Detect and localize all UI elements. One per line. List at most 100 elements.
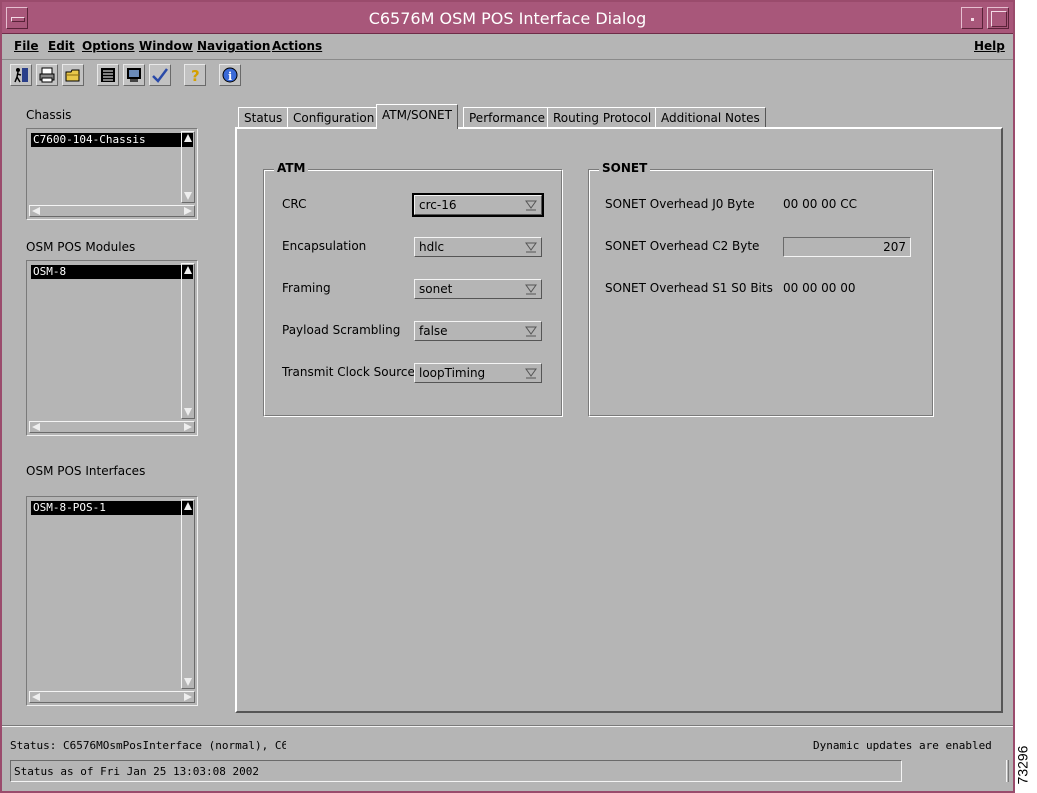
list-item[interactable]: OSM-8-POS-1 xyxy=(31,501,193,515)
sonet-group: SONET SONET Overhead J0 Byte 00 00 00 CC… xyxy=(588,161,934,417)
tab-performance[interactable]: Performance xyxy=(463,107,552,128)
tab-status[interactable]: Status xyxy=(238,107,289,128)
scroll-up-icon[interactable] xyxy=(184,134,192,142)
s1-s0-bits-value: 00 00 00 00 xyxy=(783,281,856,295)
tab-configuration[interactable]: Configuration xyxy=(287,107,381,128)
tab-panel: ATM CRC crc-16 Encapsulation hdlc Framin… xyxy=(235,127,1003,713)
encapsulation-select[interactable]: hdlc xyxy=(414,237,542,257)
framing-label: Framing xyxy=(282,281,331,295)
menu-edit[interactable]: Edit xyxy=(48,39,75,53)
info-button[interactable]: i xyxy=(219,64,241,86)
j0-byte-value: 00 00 00 CC xyxy=(783,197,858,211)
status-timestamp-box: Status as of Fri Jan 25 13:03:08 2002 xyxy=(10,760,902,782)
payload-scrambling-value: false xyxy=(419,324,448,338)
framing-value: sonet xyxy=(419,282,453,296)
scroll-right-icon[interactable] xyxy=(184,207,192,215)
list-item[interactable]: OSM-8 xyxy=(31,265,193,279)
help-icon: ? xyxy=(191,67,200,83)
j0-byte-label: SONET Overhead J0 Byte xyxy=(605,197,755,211)
menu-window[interactable]: Window xyxy=(139,39,193,53)
horizontal-scrollbar[interactable] xyxy=(29,205,195,217)
minimize-button[interactable] xyxy=(961,7,983,29)
payload-scrambling-label: Payload Scrambling xyxy=(282,323,401,337)
scroll-down-icon[interactable] xyxy=(184,678,192,686)
print-button[interactable] xyxy=(36,64,58,86)
s1-s0-bits-label: SONET Overhead S1 S0 Bits xyxy=(605,281,773,295)
crc-select[interactable]: crc-16 xyxy=(412,193,544,217)
exit-button[interactable] xyxy=(10,64,32,86)
dropdown-icon xyxy=(525,200,537,211)
list-button[interactable] xyxy=(97,64,119,86)
resize-grip[interactable] xyxy=(1006,760,1009,782)
figure-number: 73296 xyxy=(1014,740,1037,790)
folder-icon xyxy=(65,69,80,82)
menu-bar: File Edit Options Window Navigation Acti… xyxy=(2,35,1013,60)
dialog-window: C6576M OSM POS Interface Dialog File Edi… xyxy=(0,0,1015,793)
open-button[interactable] xyxy=(62,64,84,86)
exit-icon xyxy=(14,68,28,83)
atm-group: ATM CRC crc-16 Encapsulation hdlc Framin… xyxy=(263,161,563,417)
c2-byte-field[interactable]: 207 xyxy=(783,237,911,257)
transmit-clock-source-select[interactable]: loopTiming xyxy=(414,363,542,383)
crc-label: CRC xyxy=(282,197,307,211)
encapsulation-value: hdlc xyxy=(419,240,445,254)
menu-navigation[interactable]: Navigation xyxy=(197,39,270,53)
tab-atm-sonet[interactable]: ATM/SONET xyxy=(376,104,458,129)
payload-scrambling-select[interactable]: false xyxy=(414,321,542,341)
transmit-clock-source-label: Transmit Clock Source xyxy=(282,365,415,379)
dropdown-icon xyxy=(525,242,537,253)
sonet-group-title: SONET xyxy=(599,161,651,175)
apply-button[interactable] xyxy=(149,64,171,86)
print-icon xyxy=(39,67,55,83)
scroll-left-icon[interactable] xyxy=(32,423,40,431)
menu-actions[interactable]: Actions xyxy=(272,39,322,53)
vertical-scrollbar[interactable] xyxy=(181,131,195,203)
monitor-button[interactable] xyxy=(123,64,145,86)
monitor-icon xyxy=(127,68,141,82)
encapsulation-label: Encapsulation xyxy=(282,239,367,253)
framing-select[interactable]: sonet xyxy=(414,279,542,299)
horizontal-scrollbar[interactable] xyxy=(29,421,195,433)
title-bar[interactable]: C6576M OSM POS Interface Dialog xyxy=(2,2,1013,34)
tab-routing-protocol[interactable]: Routing Protocol xyxy=(547,107,658,128)
chassis-list[interactable]: C7600-104-Chassis xyxy=(26,128,198,220)
transmit-clock-source-value: loopTiming xyxy=(419,366,486,380)
list-icon xyxy=(101,68,115,82)
checkmark-icon xyxy=(152,68,168,83)
c2-byte-label: SONET Overhead C2 Byte xyxy=(605,239,760,253)
figure-number-text: 73296 xyxy=(1014,745,1031,785)
help-button[interactable]: ? xyxy=(184,64,206,86)
scroll-right-icon[interactable] xyxy=(184,693,192,701)
info-icon: i xyxy=(222,67,238,83)
scroll-up-icon[interactable] xyxy=(184,266,192,274)
status-text: Status: C6576MOsmPosInterface (normal), … xyxy=(10,739,286,752)
interfaces-list[interactable]: OSM-8-POS-1 xyxy=(26,496,198,706)
dropdown-icon xyxy=(525,284,537,295)
svg-text:i: i xyxy=(228,70,232,83)
crc-value: crc-16 xyxy=(419,198,457,212)
scroll-up-icon[interactable] xyxy=(184,502,192,510)
status-timestamp: Status as of Fri Jan 25 13:03:08 2002 xyxy=(14,765,260,778)
dropdown-icon xyxy=(525,368,537,379)
menu-options[interactable]: Options xyxy=(82,39,135,53)
status-separator xyxy=(2,725,1013,727)
vertical-scrollbar[interactable] xyxy=(181,499,195,689)
scroll-down-icon[interactable] xyxy=(184,192,192,200)
svg-text:?: ? xyxy=(191,67,200,83)
modules-list[interactable]: OSM-8 xyxy=(26,260,198,436)
scroll-down-icon[interactable] xyxy=(184,408,192,416)
dynamic-updates-text: Dynamic updates are enabled xyxy=(813,739,992,752)
horizontal-scrollbar[interactable] xyxy=(29,691,195,703)
maximize-button[interactable] xyxy=(987,7,1009,29)
tab-additional-notes[interactable]: Additional Notes xyxy=(655,107,766,128)
list-item[interactable]: C7600-104-Chassis xyxy=(31,133,193,147)
menu-file[interactable]: File xyxy=(14,39,39,53)
modules-label: OSM POS Modules xyxy=(26,240,136,254)
scroll-left-icon[interactable] xyxy=(32,207,40,215)
menu-help[interactable]: Help xyxy=(974,39,1005,53)
scroll-left-icon[interactable] xyxy=(32,693,40,701)
vertical-scrollbar[interactable] xyxy=(181,263,195,419)
scroll-right-icon[interactable] xyxy=(184,423,192,431)
window-title: C6576M OSM POS Interface Dialog xyxy=(368,9,647,28)
atm-group-title: ATM xyxy=(274,161,309,175)
